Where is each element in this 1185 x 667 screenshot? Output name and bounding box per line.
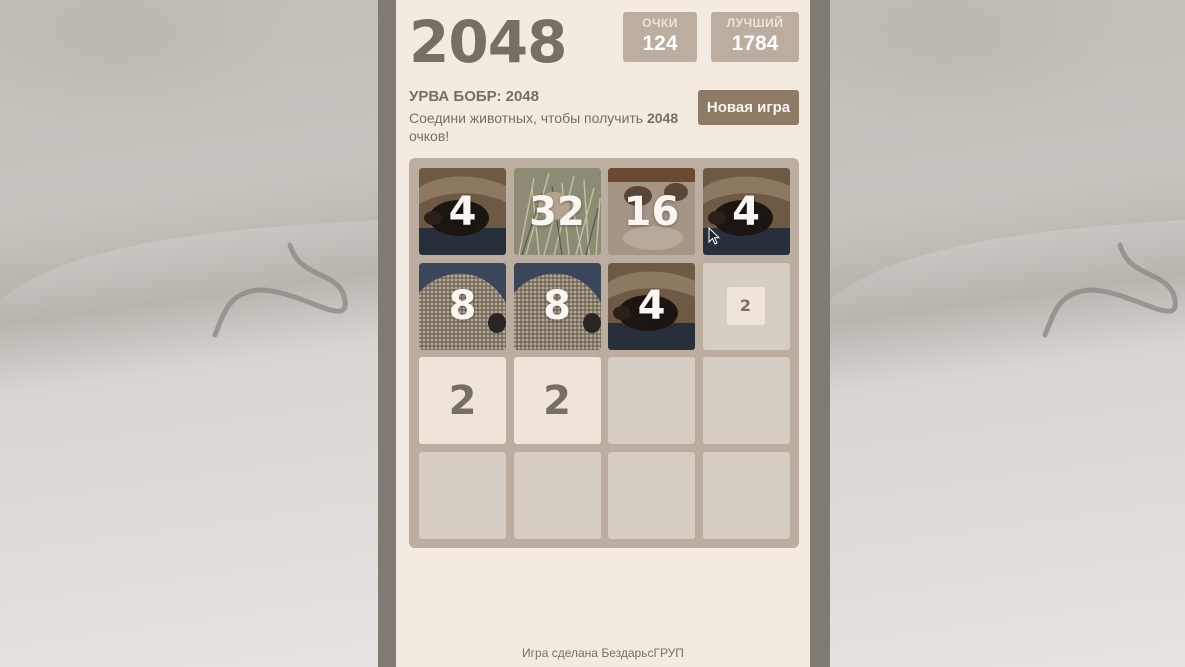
tile-16: 16 bbox=[608, 168, 695, 255]
intro-text: Соедини животных, чтобы получить bbox=[409, 110, 647, 126]
tile-value: 4 bbox=[637, 283, 666, 329]
board-cell: 32 bbox=[513, 168, 601, 255]
board-cell bbox=[702, 451, 790, 539]
board-cell: 8 bbox=[419, 262, 506, 350]
tile-2: 2 bbox=[419, 357, 506, 444]
best-score-value: 1784 bbox=[731, 32, 779, 55]
tile-4: 4 bbox=[419, 168, 506, 255]
tile-value: 16 bbox=[623, 188, 680, 235]
game-board[interactable]: 4 32 16 4 8 8 4 2 2 2 bbox=[409, 158, 799, 548]
tile-2: 2 bbox=[513, 357, 601, 444]
intro-target: 2048 bbox=[646, 110, 679, 126]
board-cell: 4 bbox=[419, 168, 506, 255]
background-photo-left bbox=[0, 0, 380, 667]
tile-32: 32 bbox=[513, 168, 601, 255]
footer-credit: Игра сделана БездарьсГРУП bbox=[522, 646, 684, 660]
tile-value: 4 bbox=[448, 188, 477, 235]
board-cell: 2 bbox=[513, 357, 601, 444]
tile-value: 8 bbox=[543, 283, 571, 329]
board-cell bbox=[702, 357, 790, 444]
game-subtitle: УРВА БОБР: 2048 bbox=[409, 88, 539, 105]
tile-value: 2 bbox=[543, 377, 571, 424]
tile-8: 8 bbox=[513, 262, 601, 350]
game-intro: Соедини животных, чтобы получить 2048 оч… bbox=[409, 109, 694, 145]
board-cell: 2 bbox=[419, 357, 506, 444]
best-score-box: ЛУЧШИЙ 1784 bbox=[711, 12, 799, 62]
score-box: ОЧКИ 124 bbox=[623, 12, 697, 62]
board-cell bbox=[608, 357, 695, 444]
board-cell: 4 bbox=[608, 262, 695, 350]
board-cell: 8 bbox=[513, 262, 601, 350]
intro-text-end: очков! bbox=[409, 128, 450, 144]
board-cell bbox=[419, 451, 506, 539]
tile-value: 2 bbox=[448, 377, 477, 424]
tile-value: 2 bbox=[739, 296, 752, 315]
mouse-cursor-icon bbox=[708, 227, 721, 245]
score-label: ОЧКИ bbox=[642, 16, 678, 30]
tile-8: 8 bbox=[419, 262, 506, 350]
tile-value: 8 bbox=[448, 283, 477, 329]
board-cell bbox=[608, 451, 695, 539]
game-title: 2048 bbox=[409, 8, 567, 76]
board-cell: 2 bbox=[702, 262, 790, 350]
background-photo-right bbox=[830, 0, 1185, 667]
best-score-label: ЛУЧШИЙ bbox=[726, 16, 784, 30]
board-cell: 16 bbox=[608, 168, 695, 255]
tile-2: 2 bbox=[726, 286, 765, 325]
new-game-button[interactable]: Новая игра bbox=[698, 90, 799, 125]
tile-4: 4 bbox=[608, 262, 695, 350]
board-cell bbox=[513, 451, 601, 539]
score-value: 124 bbox=[642, 32, 678, 55]
tile-value: 4 bbox=[732, 188, 760, 235]
tile-value: 32 bbox=[529, 188, 585, 235]
